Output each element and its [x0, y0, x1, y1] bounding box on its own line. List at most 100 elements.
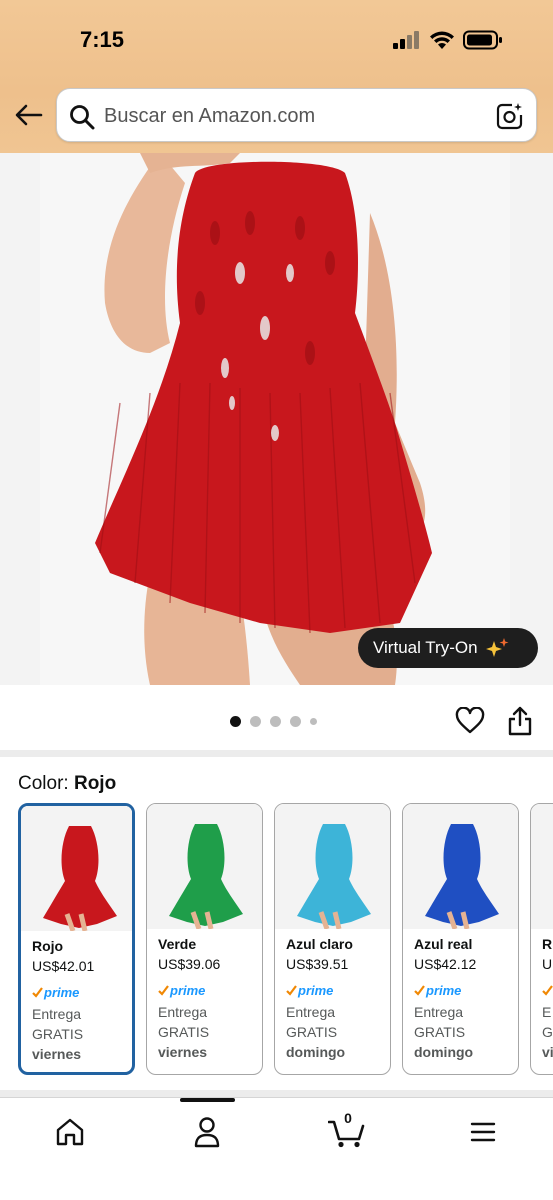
- swatch-image: [147, 804, 262, 930]
- swatch-price: US$39.51: [286, 956, 349, 972]
- swatch-color-name: R: [542, 936, 553, 952]
- swatch-price: US$42.12: [414, 956, 477, 972]
- swatch-dress-thumbnail: [147, 804, 262, 930]
- virtual-try-on-label: Virtual Try-On: [373, 638, 478, 657]
- prime-check-icon: [286, 984, 297, 996]
- prime-badge: prime: [286, 978, 390, 1002]
- swatch-price: U: [542, 956, 553, 972]
- swatch-delivery-line1: Entrega: [414, 1004, 464, 1020]
- swatch-price: US$39.06: [158, 956, 221, 972]
- swatch-delivery-day: viernes: [158, 1044, 208, 1060]
- app-header: 7:15 Buscar en Amazon.com: [0, 0, 553, 153]
- heart-icon[interactable]: [455, 707, 485, 735]
- swatch-dress-thumbnail: [275, 804, 390, 930]
- color-swatch-1[interactable]: Verde US$39.06 prime Entrega GRATIS viernes: [146, 803, 263, 1075]
- color-label: Color: Rojo: [18, 773, 116, 795]
- prime-label: prime: [298, 982, 334, 998]
- swatch-delivery-line2: G: [542, 1024, 553, 1040]
- prime-check-icon: [542, 984, 553, 996]
- swatch-delivery-day: domingo: [414, 1044, 474, 1060]
- pagination-dot-5[interactable]: [310, 718, 317, 725]
- nav-active-indicator: [180, 1098, 235, 1102]
- swatch-text: Azul real US$42.12 prime Entrega GRATIS domin…: [403, 929, 518, 1062]
- swatch-text: Rojo US$42.01 prime Entrega GRATIS viernes: [21, 931, 132, 1064]
- section-divider: [0, 750, 553, 757]
- color-swatch-4[interactable]: RUprime EGvi: [530, 803, 553, 1075]
- swatch-delivery-line1: Entrega: [158, 1004, 208, 1020]
- search-row: Buscar en Amazon.com: [0, 86, 553, 144]
- product-image[interactable]: [0, 153, 553, 685]
- status-icons: [393, 30, 503, 50]
- color-swatch-list: Rojo US$42.01 prime Entrega GRATIS viernes Ver…: [18, 803, 553, 1077]
- pagination-dot-3[interactable]: [270, 716, 281, 727]
- product-photo: [0, 153, 553, 685]
- prime-label: prime: [426, 982, 462, 998]
- swatch-delivery-line1: E: [542, 1004, 552, 1020]
- pagination-dot-4[interactable]: [290, 716, 301, 727]
- menu-icon: [470, 1122, 496, 1142]
- pagination-dot-2[interactable]: [250, 716, 261, 727]
- swatch-delivery-line2: GRATIS: [286, 1024, 338, 1040]
- prime-check-icon: [158, 984, 169, 996]
- status-time: 7:15: [80, 27, 125, 52]
- color-label-prefix: Color:: [18, 773, 69, 794]
- nav-menu-button[interactable]: [463, 1112, 503, 1152]
- swatch-image: [275, 804, 390, 930]
- swatch-dress-thumbnail: [531, 804, 553, 929]
- arrow-left-icon: [15, 104, 43, 126]
- swatch-text: Azul claro US$39.51 prime Entrega GRATIS domi…: [275, 929, 390, 1062]
- swatch-delivery-line1: Entrega: [286, 1004, 336, 1020]
- image-pagination[interactable]: [230, 716, 317, 727]
- search-input[interactable]: Buscar en Amazon.com: [56, 88, 537, 142]
- battery-icon: [463, 30, 502, 50]
- bottom-nav: 0: [0, 1097, 553, 1200]
- swatch-color-name: Azul claro: [286, 936, 353, 952]
- color-swatch-3[interactable]: Azul real US$42.12 prime Entrega GRATIS domin…: [402, 803, 519, 1075]
- prime-badge: prime: [542, 978, 553, 1002]
- swatch-image: [403, 804, 518, 930]
- nav-account-button[interactable]: [187, 1112, 227, 1152]
- prime-badge: prime: [32, 980, 132, 1004]
- swatch-delivery-line2: GRATIS: [32, 1026, 84, 1042]
- swatch-color-name: Verde: [158, 936, 197, 952]
- back-button[interactable]: [12, 98, 46, 132]
- status-bar: 7:15: [0, 0, 553, 80]
- prime-label: prime: [44, 984, 80, 1000]
- prime-check-icon: [32, 986, 43, 998]
- prime-badge: prime: [414, 978, 518, 1002]
- swatch-delivery-day: domingo: [286, 1044, 346, 1060]
- swatch-dress-thumbnail: [403, 804, 518, 930]
- swatch-price: US$42.01: [32, 958, 95, 974]
- swatch-dress-thumbnail: [21, 806, 132, 932]
- swatch-image: [21, 806, 132, 932]
- prime-check-icon: [414, 984, 425, 996]
- user-icon: [194, 1117, 220, 1148]
- selected-color-name: Rojo: [73, 773, 117, 794]
- swatch-text: RUprime EGvi: [531, 929, 553, 1062]
- prime-label: prime: [170, 982, 206, 998]
- swatch-color-name: Azul real: [414, 936, 473, 952]
- swatch-text: Verde US$39.06 prime Entrega GRATIS viernes: [147, 929, 262, 1062]
- swatch-delivery-day: vi: [542, 1044, 553, 1060]
- color-swatch-0[interactable]: Rojo US$42.01 prime Entrega GRATIS viernes: [18, 803, 135, 1075]
- home-icon: [56, 1118, 84, 1146]
- share-icon[interactable]: [507, 706, 533, 736]
- nav-cart-button[interactable]: 0: [325, 1110, 369, 1152]
- pagination-dot-1[interactable]: [230, 716, 241, 727]
- nav-home-button[interactable]: [50, 1112, 90, 1152]
- section-divider: [0, 1090, 553, 1097]
- swatch-delivery-line2: GRATIS: [414, 1024, 466, 1040]
- sparkle-icon: [485, 638, 509, 657]
- prime-badge: prime: [158, 978, 262, 1002]
- cellular-signal-icon: [393, 31, 419, 49]
- swatch-delivery-line1: Entrega: [32, 1006, 82, 1022]
- cart-count: 0: [344, 1110, 352, 1126]
- search-placeholder: Buscar en Amazon.com: [104, 105, 316, 127]
- swatch-color-name: Rojo: [32, 938, 64, 954]
- swatch-image: [531, 804, 553, 929]
- search-icon: [70, 105, 95, 130]
- camera-search-icon[interactable]: [496, 102, 524, 130]
- color-swatch-2[interactable]: Azul claro US$39.51 prime Entrega GRATIS domi…: [274, 803, 391, 1075]
- virtual-try-on-button[interactable]: Virtual Try-On: [358, 628, 538, 668]
- wifi-icon: [430, 31, 454, 49]
